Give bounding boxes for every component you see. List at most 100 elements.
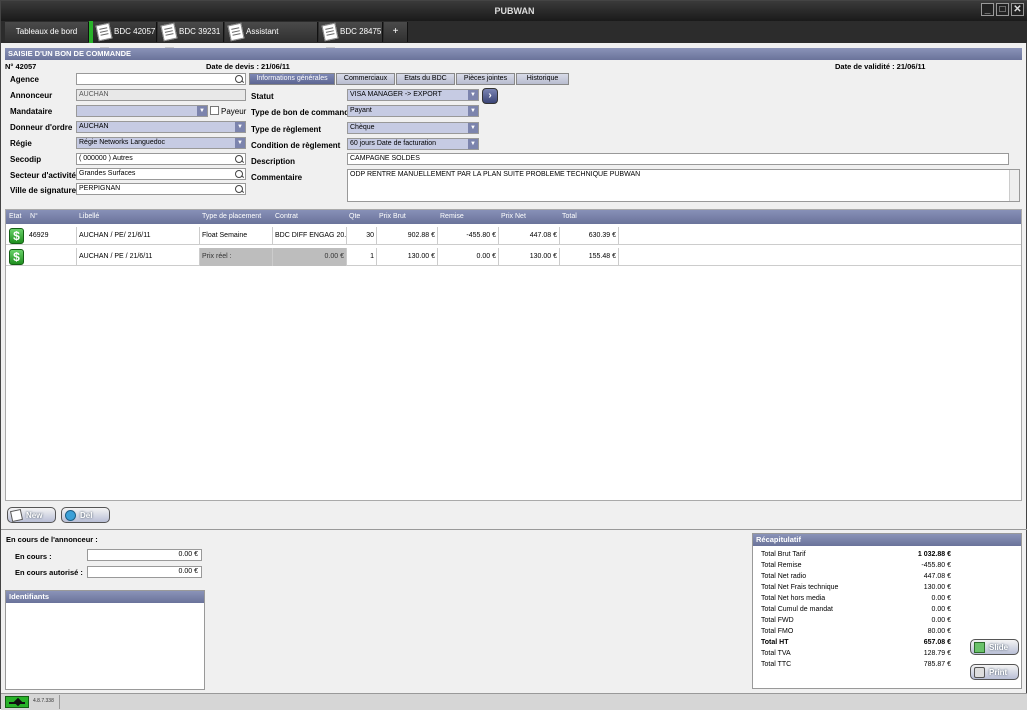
secteur-label: Secteur d'activité: [10, 171, 76, 180]
search-icon[interactable]: [234, 169, 244, 179]
type-bdc-select[interactable]: Payant ▼: [347, 105, 479, 117]
cell-total: 630.39 €: [560, 227, 619, 245]
recap-label: Total Net Frais technique: [761, 584, 839, 591]
tab-bdc-42057[interactable]: BDC 42057✕: [93, 22, 157, 57]
chevron-down-icon[interactable]: ▼: [468, 90, 478, 100]
cell-prix-brut: 130.00 €: [377, 248, 438, 266]
tab-label: Tableaux de bord: [15, 27, 78, 36]
tab-historique[interactable]: Historique: [516, 73, 569, 85]
chevron-down-icon[interactable]: ▼: [468, 106, 478, 116]
column-contrat[interactable]: Contrat: [275, 213, 298, 220]
new-label: New: [26, 511, 43, 520]
ville-field[interactable]: PERPIGNAN: [76, 183, 246, 195]
search-icon[interactable]: [234, 74, 244, 84]
cell-libelle: AUCHAN / PE / 21/6/11: [77, 248, 200, 266]
scrollbar[interactable]: [1009, 170, 1019, 201]
next-status-button[interactable]: ›: [482, 88, 498, 104]
table-row[interactable]: $ AUCHAN / PE / 21/6/11 Prix réel : 0.00…: [6, 248, 1021, 266]
chevron-down-icon[interactable]: ▼: [197, 106, 207, 116]
close-button[interactable]: ✕: [1011, 3, 1024, 16]
tab-etats-du-bdc[interactable]: Etats du BDC: [396, 73, 455, 85]
maximize-button[interactable]: □: [996, 3, 1009, 16]
regie-select[interactable]: Régie Networks Languedoc ▼: [76, 137, 246, 149]
tab-pieces-jointes[interactable]: Pièces jointes: [456, 73, 515, 85]
description-value: CAMPAGNE SOLDES: [350, 155, 420, 162]
tab-informations-generales[interactable]: Informations générales: [249, 73, 335, 85]
tab-commerciaux[interactable]: Commerciaux: [336, 73, 395, 85]
document-icon: [160, 22, 178, 42]
cell-prix-brut: 902.88 €: [377, 227, 438, 245]
table-row[interactable]: $ 46929 AUCHAN / PE/ 21/6/11 Float Semai…: [6, 227, 1021, 245]
new-tab-button[interactable]: +: [384, 22, 408, 42]
donneur-select[interactable]: AUCHAN ▼: [76, 121, 246, 133]
column-libelle[interactable]: Libellé: [79, 213, 99, 220]
en-cours-field[interactable]: 0.00 €: [87, 549, 202, 561]
tab-bdc-39231[interactable]: BDC 39231✕: [158, 22, 224, 57]
payeur-label: Payeur: [221, 107, 247, 116]
recap-value: -455.80 €: [921, 562, 951, 569]
description-field[interactable]: CAMPAGNE SOLDES: [347, 153, 1009, 165]
divider: [1, 529, 1027, 530]
agence-field[interactable]: [76, 73, 246, 85]
condition-select[interactable]: 60 jours Date de facturation ▼: [347, 138, 479, 150]
en-cours-label: En cours :: [15, 552, 52, 561]
recap-label: Total Brut Tarif: [761, 551, 806, 558]
document-icon: [227, 22, 245, 42]
new-button[interactable]: New: [7, 507, 56, 523]
en-cours-autorise-field[interactable]: 0.00 €: [87, 566, 202, 578]
recap-label: Total Remise: [761, 562, 802, 569]
print-button[interactable]: Print: [970, 664, 1019, 680]
cell-prix-reel-value[interactable]: 0.00 €: [273, 248, 347, 266]
tab-bdc-28475[interactable]: BDC 28475✕: [319, 22, 383, 57]
recap-value: 80.00 €: [927, 628, 951, 635]
window-controls: _ □ ✕: [981, 3, 1024, 16]
recap-label: Total HT: [761, 639, 789, 646]
cell-contrat: BDC DIFF ENGAG 20...: [273, 227, 347, 245]
chevron-down-icon[interactable]: ▼: [468, 123, 478, 133]
recap-row: Total Net hors media 0.00 €: [761, 593, 951, 604]
tab-tableaux-de-bord[interactable]: Tableaux de bord: [5, 22, 89, 42]
en-cours-autorise-label: En cours autorisé :: [15, 568, 83, 577]
dollar-icon[interactable]: $: [9, 249, 24, 265]
tab-assistant-campagne[interactable]: Assistant campagne: [225, 22, 318, 56]
chevron-down-icon[interactable]: ▼: [468, 139, 478, 149]
slide-button[interactable]: Slide: [970, 639, 1019, 655]
annonceur-field[interactable]: AUCHAN: [76, 89, 246, 101]
secodip-field[interactable]: ( 000000 ) Autres: [76, 153, 246, 165]
column-prix-net[interactable]: Prix Net: [501, 213, 526, 220]
cell-prix-reel-label: Prix réel :: [200, 248, 273, 266]
condition-label: Condition de règlement: [251, 141, 341, 150]
column-total[interactable]: Total: [562, 213, 577, 220]
search-icon[interactable]: [234, 184, 244, 194]
chevron-down-icon[interactable]: ▼: [235, 138, 245, 148]
commentaire-field[interactable]: ODP RENTRE MANUELLEMENT PAR LA PLAN SUIT…: [347, 169, 1020, 202]
recap-title: Récapitulatif: [753, 534, 1021, 546]
recap-value: 0.00 €: [931, 606, 951, 613]
column-prix-brut[interactable]: Prix Brut: [379, 213, 406, 220]
minimize-button[interactable]: _: [981, 3, 994, 16]
print-label: Print: [989, 668, 1008, 677]
column-numero[interactable]: N°: [30, 213, 38, 220]
payeur-checkbox[interactable]: [210, 106, 219, 115]
mandataire-select[interactable]: ▼: [76, 105, 208, 117]
search-icon[interactable]: [234, 154, 244, 164]
type-reglement-label: Type de règlement: [251, 125, 322, 134]
dollar-icon[interactable]: $: [9, 228, 24, 244]
column-type-placement[interactable]: Type de placement: [202, 213, 261, 220]
version-text: 4.8.7.338: [33, 698, 54, 704]
column-etat[interactable]: Etat: [9, 213, 21, 220]
secteur-field[interactable]: Grandes Surfaces: [76, 168, 246, 180]
type-reglement-select[interactable]: Chèque ▼: [347, 122, 479, 134]
column-remise[interactable]: Remise: [440, 213, 464, 220]
cell-qte: 1: [347, 248, 377, 266]
chevron-down-icon[interactable]: ▼: [235, 122, 245, 132]
delete-button[interactable]: Del: [61, 507, 110, 523]
column-qte[interactable]: Qte: [349, 213, 360, 220]
cell-remise: -455.80 €: [438, 227, 499, 245]
statut-label: Statut: [251, 92, 274, 101]
statut-select[interactable]: VISA MANAGER -> EXPORT ▼: [347, 89, 479, 101]
order-lines-grid: Etat N° Libellé Type de placement Contra…: [5, 209, 1022, 501]
app-window: PUBWAN _ □ ✕ Tableaux de bord BDC 42057✕…: [0, 0, 1027, 710]
cell-total: 155.48 €: [560, 248, 619, 266]
tab-label: +: [392, 26, 399, 37]
